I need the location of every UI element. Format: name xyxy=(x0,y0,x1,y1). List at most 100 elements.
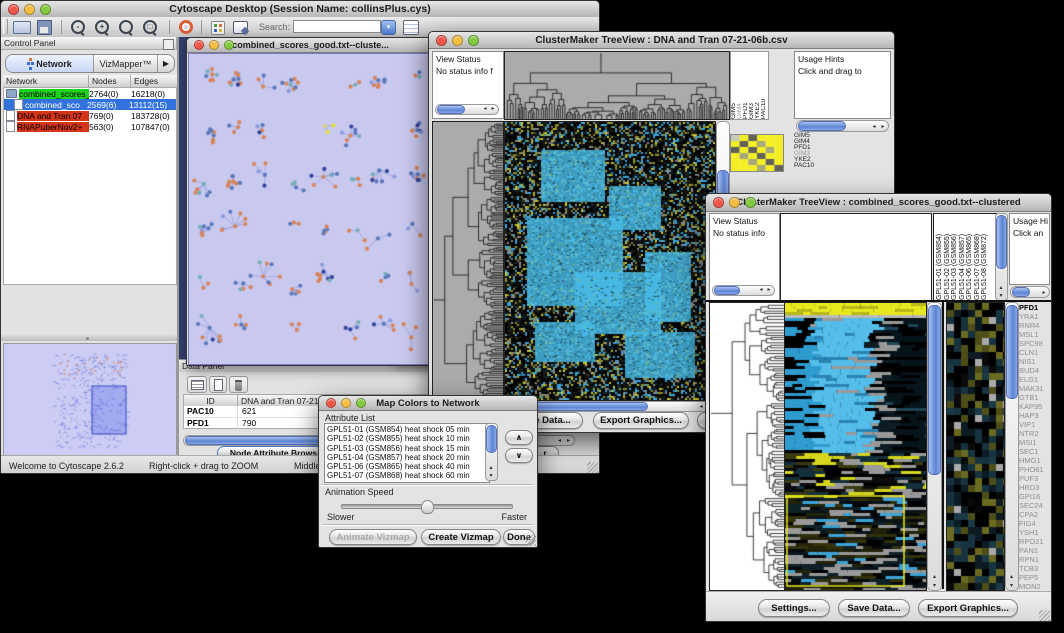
open-file-icon[interactable] xyxy=(13,21,31,34)
attribute-item[interactable]: GPL51-06 (GSM865) heat shock 40 min xyxy=(327,462,487,471)
move-up-button[interactable]: ∧ xyxy=(505,430,533,445)
minimize-icon[interactable] xyxy=(209,40,219,50)
delete-attribute-icon[interactable] xyxy=(229,376,248,393)
zoom-in-icon[interactable]: + xyxy=(95,20,109,34)
resize-grip[interactable] xyxy=(525,535,536,546)
export-graphics-button[interactable]: Export Graphics... xyxy=(918,599,1018,617)
column-label[interactable]: GPL51-02 (GSM855) xyxy=(944,214,952,300)
attribute-item[interactable]: GPL51-01 (GSM854) heat shock 05 min xyxy=(327,425,487,434)
network-view-canvas[interactable] xyxy=(188,53,433,365)
scroll-right-icon[interactable]: ▸ xyxy=(489,105,497,113)
col-nodes[interactable]: Nodes xyxy=(89,75,131,87)
gene-label[interactable]: RNR4 xyxy=(1019,321,1051,330)
gene-label[interactable]: SEC24 xyxy=(1019,501,1051,510)
gene-label[interactable]: TCB3 xyxy=(1019,564,1051,573)
animate-vizmap-button[interactable]: Animate Vizmap xyxy=(329,529,417,545)
attribute-item[interactable]: GPL51-02 (GSM855) heat shock 10 min xyxy=(327,434,487,443)
save-icon[interactable] xyxy=(37,20,52,35)
scroll-right-icon[interactable]: ▸ xyxy=(1040,288,1048,296)
close-icon[interactable] xyxy=(436,35,447,46)
gene-label[interactable]: MAK31 xyxy=(1019,384,1051,393)
animation-speed-slider[interactable] xyxy=(341,504,513,509)
create-vizmap-button[interactable]: Create Vizmap xyxy=(421,529,501,545)
gene-label[interactable]: VIP1 xyxy=(1019,420,1051,429)
close-icon[interactable] xyxy=(326,398,336,408)
zoom-heatmap-canvas[interactable] xyxy=(946,302,1005,591)
zoom-vscrollbar[interactable]: ▴ ▾ xyxy=(1005,302,1019,591)
row-dendrogram-canvas[interactable] xyxy=(709,302,785,591)
treeview2-title-bar[interactable]: ClusterMaker TreeView : combined_scores_… xyxy=(706,194,1051,212)
scroll-thumb[interactable] xyxy=(996,215,1007,269)
column-label[interactable]: GPL51-07 (GSM868) xyxy=(974,214,982,300)
attribute-item[interactable]: GPL51-03 (GSM856) heat shock 15 min xyxy=(327,444,487,453)
col-edges[interactable]: Edges xyxy=(131,75,177,87)
scroll-up-icon[interactable]: ▴ xyxy=(1007,572,1016,580)
column-dendrogram-canvas[interactable] xyxy=(504,51,730,120)
resize-grip[interactable] xyxy=(587,462,598,473)
attribute-item[interactable]: GPL51-04 (GSM857) heat shock 20 min xyxy=(327,453,487,462)
gene-label[interactable]: PFD1 xyxy=(1019,303,1051,312)
gene-label[interactable]: SPC98 xyxy=(1019,339,1051,348)
gene-label[interactable]: MSL1 xyxy=(1019,330,1051,339)
gene-label[interactable]: NIS1 xyxy=(1019,357,1051,366)
dialog-title-bar[interactable]: Map Colors to Network xyxy=(319,396,537,411)
gene-label[interactable]: PUF3 xyxy=(1019,474,1051,483)
attribute-table-icon[interactable] xyxy=(403,20,419,35)
gene-label[interactable]: NTR2 xyxy=(1019,429,1051,438)
view-status-scrollbar[interactable]: ◂ ▸ xyxy=(435,104,499,115)
panel-splitter[interactable] xyxy=(1,335,177,341)
scroll-down-icon[interactable]: ▾ xyxy=(997,291,1005,299)
scroll-left-icon[interactable]: ◂ xyxy=(870,122,878,130)
resize-grip[interactable] xyxy=(1039,610,1050,621)
close-icon[interactable] xyxy=(194,40,204,50)
scroll-left-icon[interactable]: ◂ xyxy=(555,436,564,444)
zoom-window-icon[interactable] xyxy=(468,35,479,46)
close-icon[interactable] xyxy=(8,4,19,15)
gene-label[interactable]: PEP5 xyxy=(1019,573,1051,582)
export-graphics-button[interactable]: Export Graphics... xyxy=(593,412,689,429)
gene-label[interactable]: YSH1 xyxy=(1019,528,1051,537)
table-grid-icon[interactable] xyxy=(187,376,207,393)
annotation-icon[interactable] xyxy=(233,21,248,34)
scroll-right-icon[interactable]: ▸ xyxy=(765,286,773,294)
scroll-down-icon[interactable]: ▾ xyxy=(1007,581,1016,589)
new-attribute-icon[interactable] xyxy=(209,376,227,393)
column-label[interactable]: GPL51-03 (GSM856) xyxy=(951,214,959,300)
tab-network[interactable]: Network xyxy=(6,55,94,72)
column-labels-scrollbar[interactable]: ▴ ▾ xyxy=(995,213,1008,301)
scroll-thumb[interactable] xyxy=(437,105,465,114)
slider-thumb[interactable] xyxy=(421,500,434,514)
scroll-left-icon[interactable]: ◂ xyxy=(757,286,765,294)
scroll-right-icon[interactable]: ▸ xyxy=(564,436,573,444)
close-icon[interactable] xyxy=(713,197,724,208)
scroll-right-icon[interactable]: ▸ xyxy=(879,122,887,130)
gene-label[interactable]: HAP3 xyxy=(1019,411,1051,420)
col-network[interactable]: Network xyxy=(3,75,89,87)
gene-label[interactable]: ELG1 xyxy=(1019,375,1051,384)
minimize-icon[interactable] xyxy=(729,197,740,208)
scroll-up-icon[interactable]: ▴ xyxy=(930,572,939,580)
attribute-list-scrollbar[interactable]: ▴ ▾ xyxy=(485,423,498,481)
gene-label[interactable]: GPI16 xyxy=(1019,492,1051,501)
float-panel-icon[interactable] xyxy=(163,39,174,50)
network-window-1-title-bar[interactable]: combined_scores_good.txt--cluste... xyxy=(187,38,434,53)
col-id-header[interactable]: ID xyxy=(184,395,238,406)
scroll-left-icon[interactable]: ◂ xyxy=(481,105,489,113)
scroll-down-icon[interactable]: ▾ xyxy=(930,581,939,589)
network-row[interactable]: RNAPuberNov2+ 563(0) 107847(0) xyxy=(4,121,176,132)
gene-label[interactable]: YRA1 xyxy=(1019,312,1051,321)
zoom-window-icon[interactable] xyxy=(224,40,234,50)
gene-label[interactable]: MSI1 xyxy=(1019,438,1051,447)
zoom-window-icon[interactable] xyxy=(40,4,51,15)
gene-label[interactable]: GTB1 xyxy=(1019,393,1051,402)
network-row[interactable]: combined_scores_ 2764(0) 16218(0) xyxy=(4,88,176,99)
gene-label[interactable]: BUD4 xyxy=(1019,366,1051,375)
attribute-list[interactable]: GPL51-01 (GSM854) heat shock 05 minGPL51… xyxy=(324,423,490,483)
column-label[interactable]: GPL51-04 (GSM857) xyxy=(959,214,967,300)
gene-label[interactable]: KAP95 xyxy=(1019,402,1051,411)
gene-label[interactable]: PAC10 xyxy=(794,163,834,169)
heatmap-vscrollbar[interactable]: ▴ ▾ xyxy=(927,302,942,591)
plugin-manager-icon[interactable] xyxy=(211,21,225,35)
gene-label[interactable]: PHO81 xyxy=(1019,465,1051,474)
gene-label[interactable]: RPN1 xyxy=(1019,555,1051,564)
